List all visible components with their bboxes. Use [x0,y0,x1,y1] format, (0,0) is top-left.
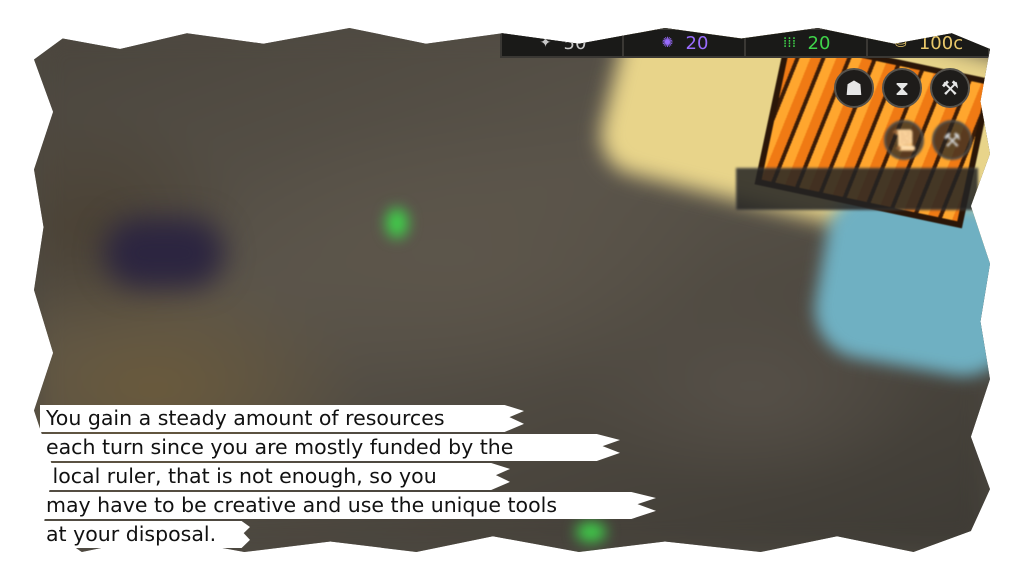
build-button[interactable]: ⚒ [930,68,970,108]
hooded-figure-button[interactable]: ☗ [834,68,874,108]
followers-value: 20 [807,32,831,54]
mana-icon: ✺ [661,35,674,51]
tutorial-line: You gain a steady amount of resources [40,404,666,433]
hourglass-icon: ⧗ [894,76,910,100]
dark-unit-shadow [104,218,224,288]
scroll-icon: 📜 [891,128,917,152]
mana-value: 20 [685,32,709,54]
tool-button[interactable]: ⚒ [932,120,972,160]
gold-pile-icon: ⛁ [894,35,907,51]
resource-bar: ✦ 50 ✺ 20 ⁞⁞⁞ 20 ⛁ 100c [500,28,990,58]
hooded-figure-icon: ☗ [845,76,863,100]
resource-mana: ✺ 20 [624,30,746,56]
hammer-icon: ⚒ [941,76,959,100]
tutorial-text-2: each turn since you are mostly funded by… [46,435,514,459]
tutorial-line: may have to be creative and use the uniq… [40,491,666,520]
resource-gold: ⛁ 100c [868,30,988,56]
green-marker[interactable] [386,208,408,238]
tutorial-line: each turn since you are mostly funded by… [40,433,666,462]
followers-icon: ⁞⁞⁞ [782,35,797,51]
tutorial-line: at your disposal. [40,520,666,549]
gold-value: 100c [918,32,964,54]
blurred-tooltip [736,168,978,210]
tutorial-text-5: at your disposal. [46,522,217,546]
tool-icon: ⚒ [943,128,961,152]
tutorial-text-3: local ruler, that is not enough, so you [46,464,437,488]
tutorial-line: local ruler, that is not enough, so you [40,462,666,491]
end-turn-button[interactable]: ⧗ [882,68,922,108]
scroll-button[interactable]: 📜 [884,120,924,160]
scrolls-value: 50 [563,32,587,54]
tutorial-caption: You gain a steady amount of resources ea… [40,404,666,549]
resource-followers: ⁞⁞⁞ 20 [746,30,868,56]
tutorial-text-1: You gain a steady amount of resources [46,406,445,430]
resource-scrolls: ✦ 50 [502,30,624,56]
tutorial-text-4: may have to be creative and use the uniq… [46,493,558,517]
scroll-icon: ✦ [539,35,552,51]
